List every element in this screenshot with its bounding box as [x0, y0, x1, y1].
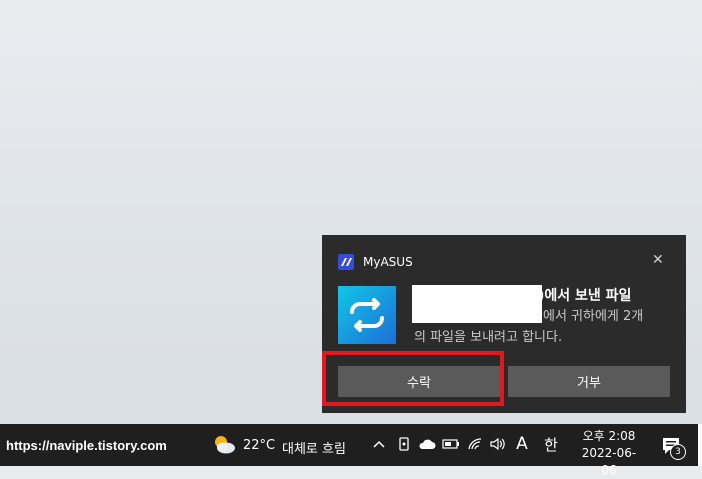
clock-time: 오후 2:08: [582, 429, 636, 443]
redaction-box: [412, 285, 542, 323]
toast-body-line1: 에서 귀하에게 2개: [543, 309, 644, 324]
accept-highlight-box: [322, 351, 504, 406]
clock[interactable]: 오후 2:08 2022-06-06: [576, 428, 642, 479]
toast-header: MyASUS: [338, 254, 413, 270]
file-transfer-icon: [338, 286, 396, 344]
weather-cloudy-icon[interactable]: [212, 433, 236, 455]
close-icon[interactable]: ✕: [652, 253, 666, 267]
clock-date: 2022-06-06: [581, 446, 637, 477]
device-icon[interactable]: [395, 435, 413, 453]
volume-icon[interactable]: [489, 435, 507, 453]
wifi-icon[interactable]: [466, 435, 484, 453]
myasus-logo-icon: [338, 254, 354, 270]
toast-app-name: MyASUS: [363, 255, 413, 269]
toast-body-line2: 의 파일을 보내려고 합니다.: [414, 330, 563, 345]
ime-mode-indicator[interactable]: A: [513, 434, 531, 454]
taskbar: https://naviple.tistory.com 22°C 대체로 흐림 …: [0, 424, 702, 477]
weather-condition[interactable]: 대체로 흐림: [282, 438, 346, 457]
onedrive-cloud-icon[interactable]: [418, 435, 436, 453]
decline-button[interactable]: 거부: [508, 366, 670, 397]
watermark-url: https://naviple.tistory.com: [6, 438, 167, 453]
battery-icon[interactable]: [442, 435, 460, 453]
chevron-up-icon[interactable]: [370, 435, 388, 453]
show-desktop-edge[interactable]: [698, 424, 702, 466]
notification-count-badge: 3: [670, 444, 686, 460]
ime-language-indicator[interactable]: 한: [542, 435, 560, 454]
weather-temp[interactable]: 22°C: [243, 438, 275, 453]
